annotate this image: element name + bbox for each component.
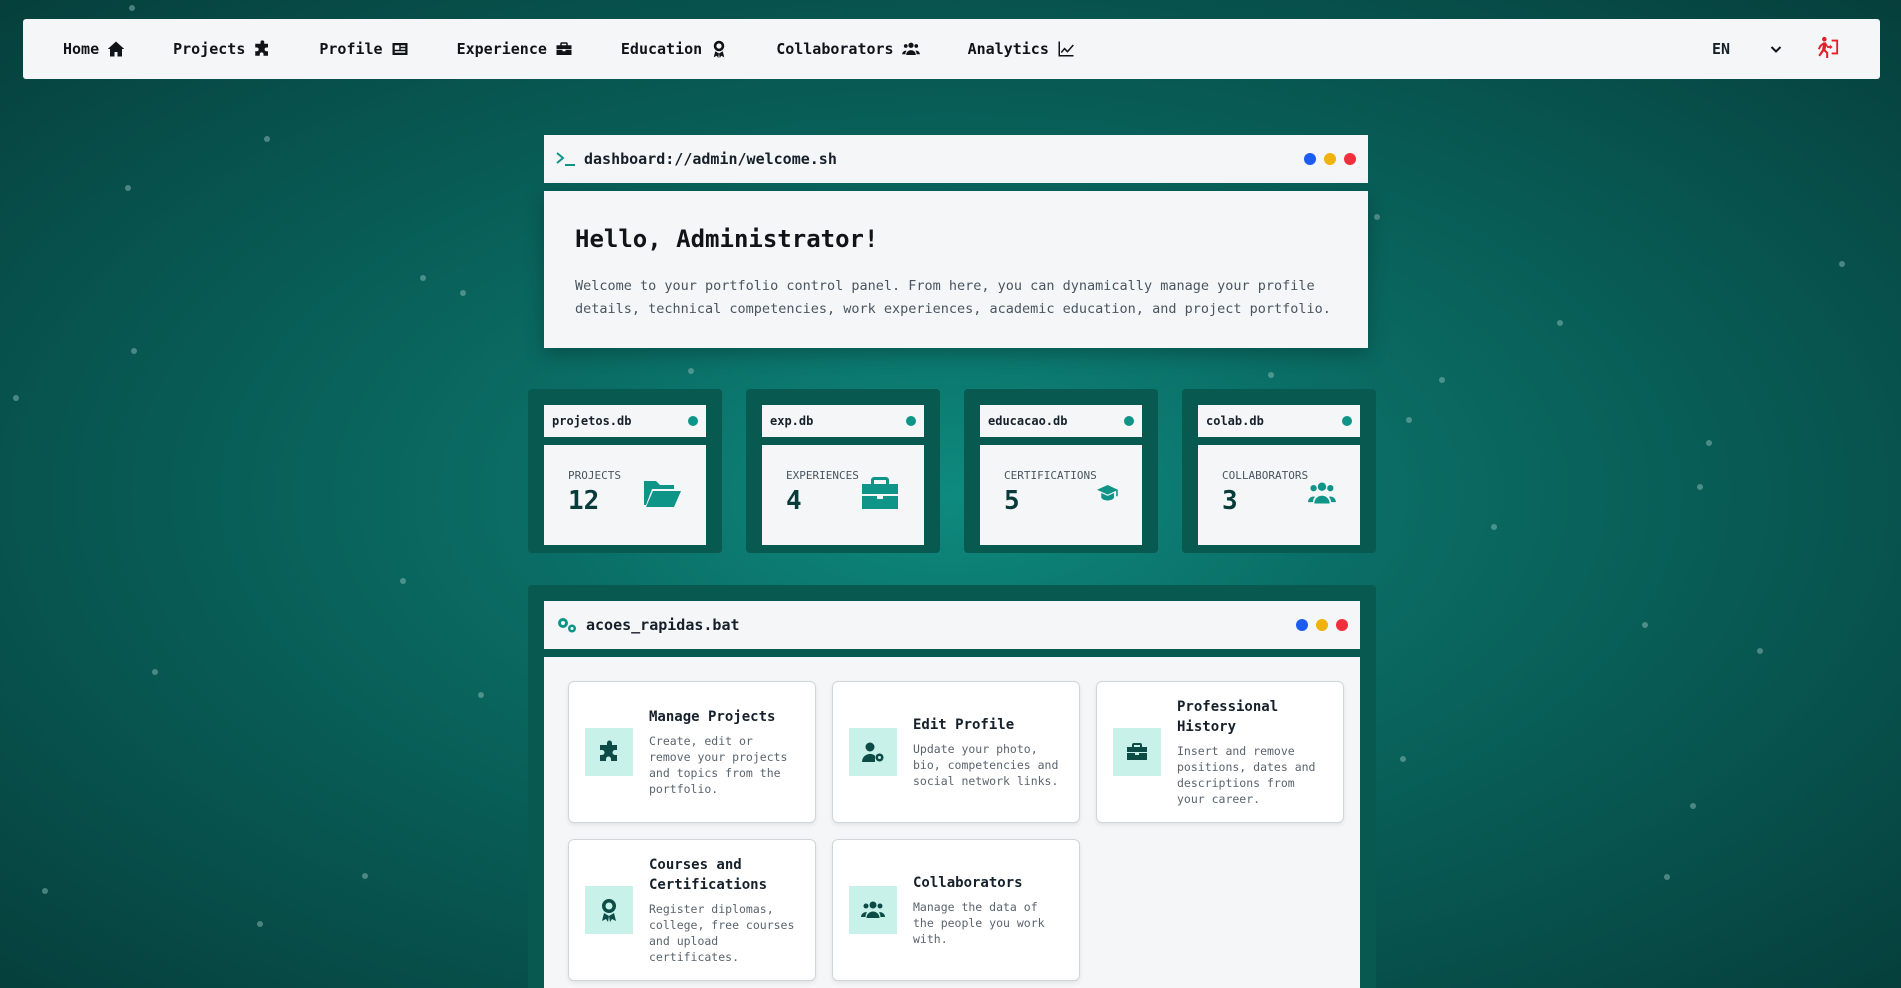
stat-card-experiences[interactable]: exp.db Experiences 4 bbox=[746, 389, 940, 553]
puzzle-icon bbox=[255, 40, 269, 56]
chart-line-icon bbox=[1058, 41, 1074, 57]
stat-label: Projects bbox=[568, 469, 621, 482]
stat-card-certifications[interactable]: educacao.db Certifications 5 bbox=[964, 389, 1158, 553]
window-dot-blue[interactable] bbox=[1296, 619, 1308, 631]
action-card-professional-history[interactable]: Professional History Insert and remove po… bbox=[1096, 681, 1344, 823]
stat-label: Experiences bbox=[786, 469, 859, 482]
briefcase-icon bbox=[862, 477, 898, 509]
nav-profile[interactable]: Profile bbox=[319, 40, 408, 58]
user-gear-icon bbox=[861, 742, 884, 762]
stat-value: 12 bbox=[568, 486, 600, 516]
stat-label: Certifications bbox=[1004, 469, 1097, 482]
action-card-title: Collaborators bbox=[913, 875, 1023, 891]
nav-projects[interactable]: Projects bbox=[173, 40, 271, 58]
action-card-title: Manage Projects bbox=[649, 709, 776, 725]
terminal-prompt-icon bbox=[556, 152, 575, 166]
language-select[interactable]: EN bbox=[1712, 40, 1782, 58]
window-controls bbox=[1304, 153, 1356, 165]
stat-value: 3 bbox=[1222, 486, 1238, 516]
welcome-text: Welcome to your portfolio control panel.… bbox=[575, 278, 1331, 317]
action-card-desc: Manage the data of the people you work w… bbox=[913, 900, 1045, 946]
gears-icon bbox=[558, 618, 576, 633]
action-card-title: Professional History bbox=[1177, 699, 1279, 735]
quick-actions-window: acoes_rapidas.bat Manage Projects Create,… bbox=[528, 585, 1376, 988]
stats-row: projetos.db Projects 12 exp.db Experience… bbox=[528, 389, 1376, 553]
stat-file: projetos.db bbox=[552, 414, 632, 428]
action-card-grid: Manage Projects Create, edit or remove yo… bbox=[568, 681, 1344, 981]
nav-experience[interactable]: Experience bbox=[457, 40, 573, 58]
action-card-desc: Update your photo, bio, competencies and… bbox=[913, 742, 1059, 788]
language-value: EN bbox=[1711, 40, 1730, 58]
welcome-body: Hello, Administrator! Welcome to your po… bbox=[544, 191, 1368, 348]
users-icon bbox=[901, 42, 920, 55]
status-dot bbox=[1342, 416, 1352, 426]
stat-card-collaborators[interactable]: colab.db Collaborators 3 bbox=[1182, 389, 1376, 553]
quick-actions-body: Manage Projects Create, edit or remove yo… bbox=[544, 657, 1360, 988]
welcome-window: dashboard://admin/welcome.sh Hello, Admi… bbox=[544, 135, 1368, 348]
action-card-collaborators[interactable]: Collaborators Manage the data of the peop… bbox=[832, 839, 1080, 981]
window-controls bbox=[1296, 619, 1348, 631]
stat-value: 4 bbox=[786, 486, 802, 516]
users-icon bbox=[1308, 482, 1336, 504]
nav-analytics[interactable]: Analytics bbox=[968, 40, 1075, 58]
logout-button[interactable] bbox=[1816, 36, 1840, 62]
stat-file: exp.db bbox=[770, 414, 814, 428]
action-card-title: Courses and Certifications bbox=[649, 857, 768, 893]
award-icon bbox=[713, 40, 725, 58]
graduation-cap-icon bbox=[1096, 485, 1118, 501]
stat-file: educacao.db bbox=[988, 414, 1068, 428]
puzzle-icon bbox=[600, 740, 617, 761]
quick-actions-title: acoes_rapidas.bat bbox=[586, 616, 740, 634]
logout-icon bbox=[1817, 36, 1839, 58]
window-dot-blue[interactable] bbox=[1304, 153, 1316, 165]
stat-value: 5 bbox=[1004, 486, 1020, 516]
action-card-courses-certifications[interactable]: Courses and Certifications Register diplo… bbox=[568, 839, 816, 981]
briefcase-icon bbox=[1127, 743, 1147, 760]
top-navbar: Home Projects Profile Experience Educati… bbox=[23, 19, 1880, 79]
users-icon bbox=[861, 901, 885, 918]
status-dot bbox=[688, 416, 698, 426]
welcome-heading: Hello, Administrator! bbox=[575, 225, 879, 253]
window-dot-red[interactable] bbox=[1344, 153, 1356, 165]
welcome-window-title: dashboard://admin/welcome.sh bbox=[584, 150, 837, 168]
briefcase-icon bbox=[556, 42, 572, 55]
action-card-edit-profile[interactable]: Edit Profile Update your photo, bio, comp… bbox=[832, 681, 1080, 823]
chevron-down-icon bbox=[1770, 46, 1782, 53]
action-card-title: Edit Profile bbox=[913, 717, 1015, 733]
nav-home[interactable]: Home bbox=[63, 40, 125, 58]
status-dot bbox=[1124, 416, 1134, 426]
nav-collaborators[interactable]: Collaborators bbox=[776, 40, 920, 58]
action-card-manage-projects[interactable]: Manage Projects Create, edit or remove yo… bbox=[568, 681, 816, 823]
home-icon bbox=[107, 41, 125, 57]
window-dot-yellow[interactable] bbox=[1316, 619, 1328, 631]
stat-label: Collaborators bbox=[1222, 469, 1309, 482]
action-card-desc: Create, edit or remove your projects and… bbox=[649, 734, 788, 796]
stat-file: colab.db bbox=[1206, 414, 1264, 428]
action-card-desc: Register diplomas, college, free courses… bbox=[649, 902, 795, 964]
folder-open-icon bbox=[644, 481, 681, 507]
action-card-desc: Insert and remove positions, dates and d… bbox=[1177, 744, 1316, 806]
id-card-icon bbox=[392, 43, 408, 55]
window-dot-yellow[interactable] bbox=[1324, 153, 1336, 165]
award-icon bbox=[602, 899, 616, 922]
nav-education[interactable]: Education bbox=[621, 40, 728, 58]
welcome-titlebar: dashboard://admin/welcome.sh bbox=[544, 135, 1368, 183]
window-dot-red[interactable] bbox=[1336, 619, 1348, 631]
stat-card-projects[interactable]: projetos.db Projects 12 bbox=[528, 389, 722, 553]
status-dot bbox=[906, 416, 916, 426]
quick-actions-titlebar: acoes_rapidas.bat bbox=[544, 601, 1360, 649]
